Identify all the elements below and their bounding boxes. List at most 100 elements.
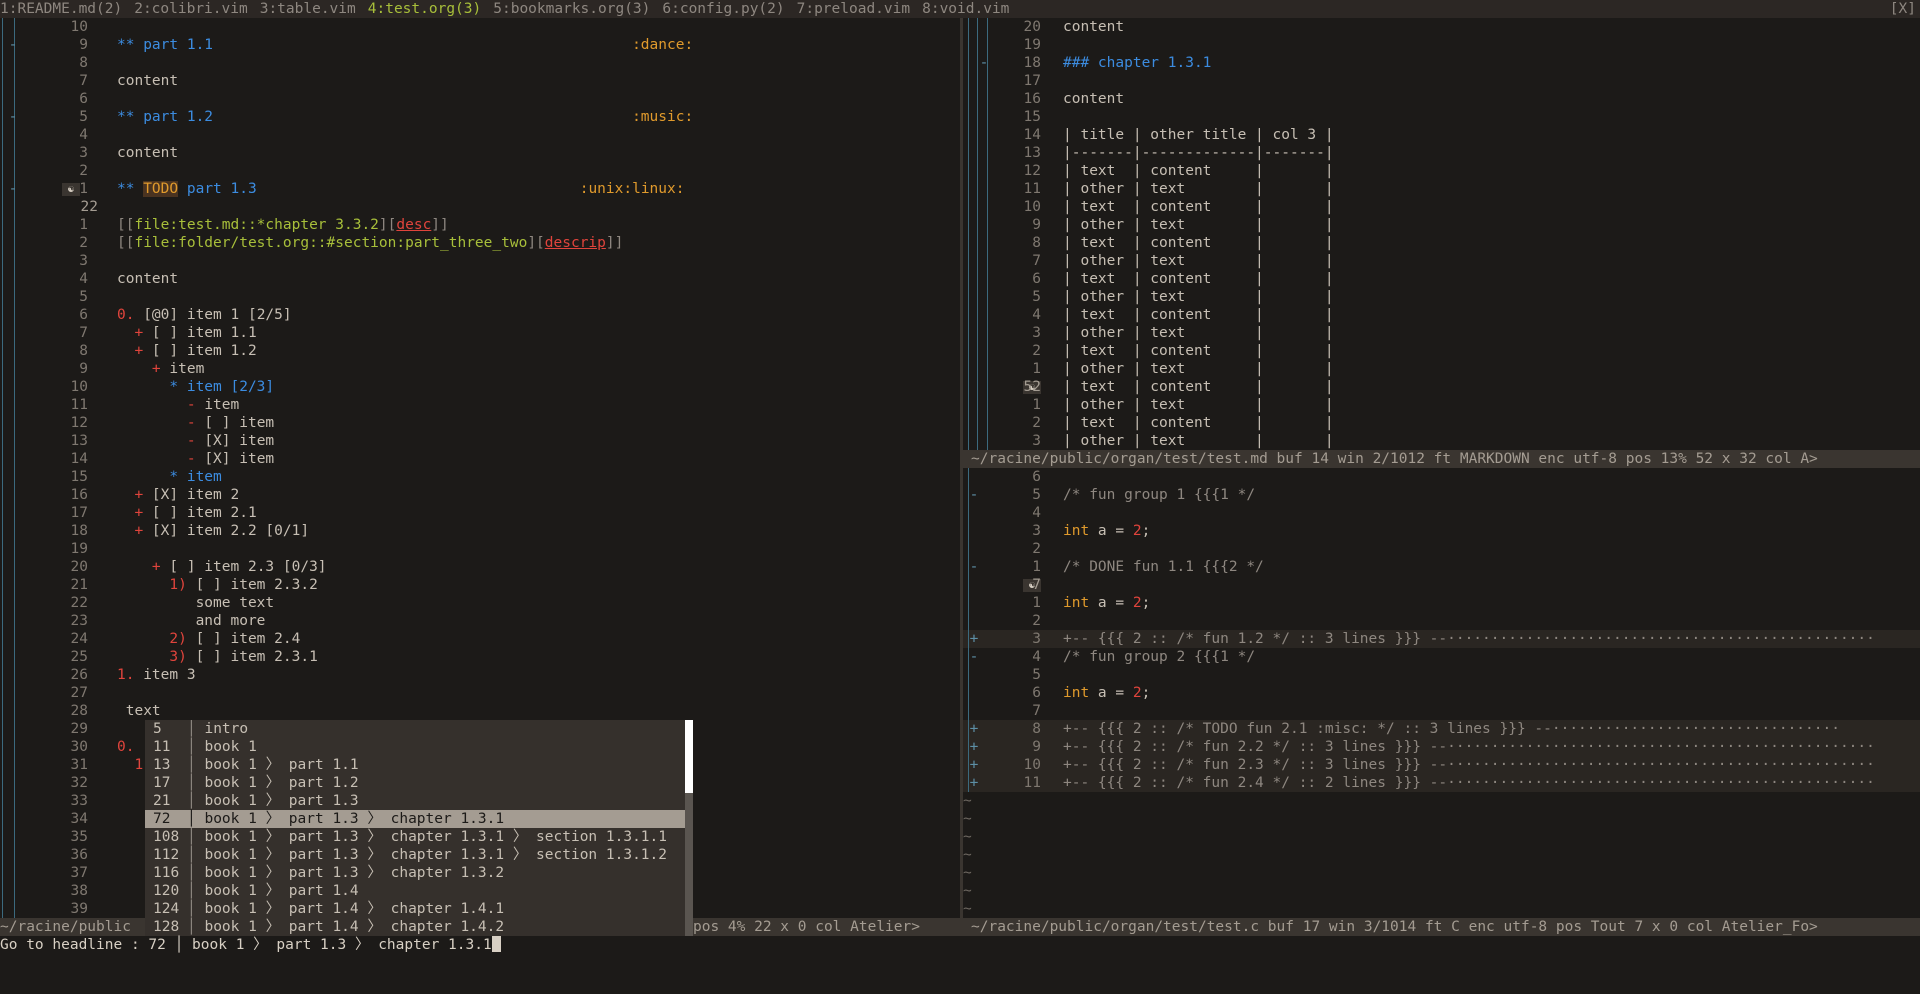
line-text: some text [117,594,960,612]
text-segment: 2 [1132,685,1142,701]
line-number: 5 [79,289,88,305]
tab-8[interactable]: 8:void.vim [922,1,1009,17]
editor-line: 10 * item [2/3] [0,378,960,396]
text-segment: file:test.md::*chapter 3.3.2 [134,217,379,233]
text-segment [213,109,632,125]
popup-item[interactable]: 128 │ book 1 〉 part 1.4 〉 chapter 1.4.2 [145,918,693,936]
line-text: and more [117,612,960,630]
line-number: 22 [70,595,88,611]
text-segment: [ ] item 2.4 [195,631,301,647]
editor-line: 2 | text | content | | [963,342,1920,360]
popup-item[interactable]: 124 │ book 1 〉 part 1.4 〉 chapter 1.4.1 [145,900,693,918]
line-number: 2 [79,235,88,251]
line-number: 15 [1023,109,1041,125]
line-number: 20 [1023,19,1041,35]
line-text: 1. item 3 [117,666,960,684]
popup-item-separator: │ [187,901,205,917]
line-number: 8 [79,343,88,359]
text-segment: 0. [117,307,144,323]
popup-item[interactable]: 21 │ book 1 〉 part 1.3 [145,792,693,810]
editor-pane-right-bottom[interactable]: 6-5/* fun group 1 {{{1 */4 3 int a = 2; 2-1… [963,468,1920,918]
popup-item[interactable]: 5 │ intro [145,720,693,738]
popup-item-number: 120 [153,883,180,899]
popup-item[interactable]: 11 │ book 1 [145,738,693,756]
editor-line: 7 content [0,72,960,90]
tab-6[interactable]: 6:config.py(2) [662,1,784,17]
editor-line: 11 | other | text | | [963,180,1920,198]
line-text: - [X] item [117,450,960,468]
popup-scrollbar-thumb[interactable] [685,720,693,793]
editor-line: 16 + [X] item 2 [0,486,960,504]
text-segment: [ ] item 1.1 [151,325,257,341]
text-segment: int [1063,595,1090,611]
line-number: 21 [70,577,88,593]
line-text: | text | content | | [1063,378,1920,396]
tab-3[interactable]: 3:table.vim [260,1,356,17]
line-number: 25 [70,649,88,665]
left-status-info: pos 4% 22 x 0 col Atelier> [693,919,920,935]
vertical-split-separator[interactable] [960,18,963,936]
editor-line: -4/* fun group 2 {{{1 */ [963,648,1920,666]
text-segment[interactable]: descrip [545,235,606,251]
line-number: 4 [1032,307,1041,323]
editor-line: 9 + item [0,360,960,378]
text-segment: ]] [605,235,624,251]
line-number: 30 [70,739,88,755]
popup-item[interactable]: 13 │ book 1 〉 part 1.1 [145,756,693,774]
line-number: 1 [79,217,88,233]
command-line[interactable]: Go to headline : 72 │ book 1 〉 part 1.3 … [0,936,1920,954]
popup-item-number: 17 [153,775,171,791]
popup-item-number: 13 [153,757,171,773]
close-tab-button[interactable]: [X] [1890,0,1916,18]
editor-line: 4 | text | content | | [963,306,1920,324]
editor-line: 24 2) [ ] item 2.4 [0,630,960,648]
popup-item[interactable]: 17 │ book 1 〉 part 1.2 [145,774,693,792]
text-segment: [@0] item 1 [2/5] [143,307,292,323]
tab-7[interactable]: 7:preload.vim [797,1,911,17]
headline-completion-popup[interactable]: 5 │ intro 11 │ book 1 13 │ book 1 〉 part 1.1 1… [145,720,693,936]
text-segment: |-------|-------------|-------| [1063,145,1334,161]
line-number: 1 [1032,559,1041,575]
editor-line: 26 1. item 3 [0,666,960,684]
line-number: 4 [79,271,88,287]
editor-pane-right-top[interactable]: 20 content 19-18 ### chapter 1.3.1 17 16 conte… [963,18,1920,450]
text-segment: [ ] item 1.2 [151,343,257,359]
text-segment: file:folder/test.org::#section:part_thre… [134,235,528,251]
line-number: 8 [1032,235,1041,251]
line-number: 10 [1023,757,1041,773]
text-segment: - [117,397,205,413]
editor-line: 7 + [ ] item 1.1 [0,324,960,342]
text-segment: a = [1089,523,1133,539]
line-number: 15 [70,469,88,485]
popup-item[interactable]: 108 │ book 1 〉 part 1.3 〉 chapter 1.3.1 〉… [145,828,693,846]
editor-line: 17 + [ ] item 2.1 [0,504,960,522]
text-segment: content [117,145,179,161]
popup-item-path: book 1 〉 part 1.2 [204,775,359,791]
line-text: content [1063,18,1920,36]
text-segment: 3) [117,649,196,665]
text-segment: + [117,559,170,575]
text-segment: [X] item 2 [151,487,240,503]
tab-4[interactable]: 4:test.org(3) [368,1,482,17]
line-number: 33 [70,793,88,809]
popup-item-path: book 1 〉 part 1.3 〉 chapter 1.3.1 〉 sect… [204,847,667,863]
popup-item[interactable]: 116 │ book 1 〉 part 1.3 〉 chapter 1.3.2 [145,864,693,882]
cmdline-input[interactable]: 72 │ book 1 〉 part 1.3 〉 chapter 1.3.1 [148,937,491,953]
popup-item[interactable]: 72 │ book 1 〉 part 1.3 〉 chapter 1.3.1 [145,810,693,828]
popup-item[interactable]: 112 │ book 1 〉 part 1.3 〉 chapter 1.3.1 〉… [145,846,693,864]
text-segment: ][ [527,235,545,251]
popup-item[interactable]: 120 │ book 1 〉 part 1.4 [145,882,693,900]
text-segment[interactable]: desc [396,217,431,233]
tab-1[interactable]: 1:README.md(2) [0,1,122,17]
line-text: content [117,270,960,288]
tab-5[interactable]: 5:bookmarks.org(3) [493,1,650,17]
line-text: | text | content | | [1063,414,1920,432]
editor-line: 20 content [963,18,1920,36]
line-number: 19 [70,541,88,557]
line-number: 2 [1032,541,1041,557]
tab-2[interactable]: 2:colibri.vim [134,1,248,17]
line-number: 2 [1032,613,1041,629]
popup-item-separator: │ [187,829,205,845]
editor-line: 11 - item [0,396,960,414]
status-line-right-bottom: ~/racine/public/organ/test/test.c buf 17… [963,918,1920,936]
